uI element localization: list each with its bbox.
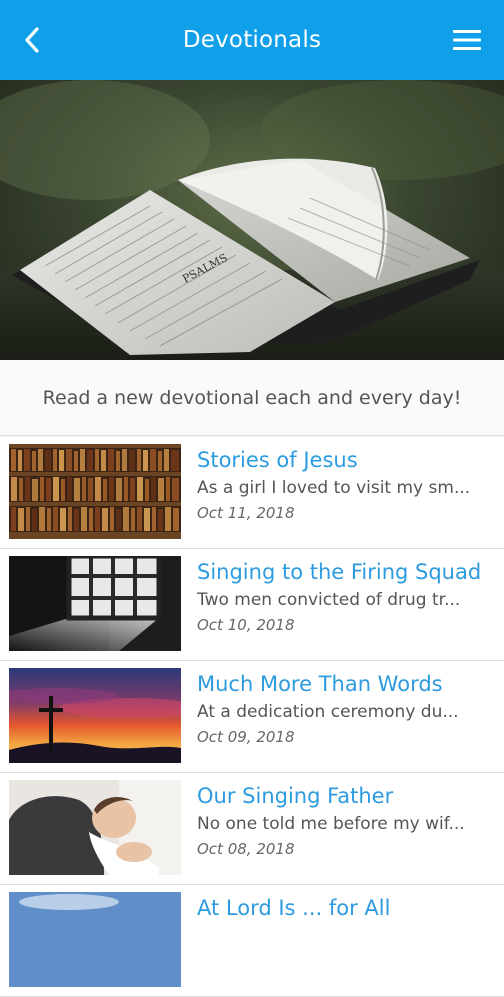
devotional-title: Stories of Jesus	[197, 448, 358, 472]
devotional-date: Oct 09, 2018	[197, 728, 295, 746]
list-item[interactable]: Our Singing Father No one told me before…	[0, 773, 504, 885]
devotional-title: Our Singing Father	[197, 784, 394, 808]
tagline-banner: Read a new devotional each and every day…	[0, 360, 504, 436]
hamburger-menu-icon	[453, 30, 481, 50]
devotional-title: At Lord Is ... for All	[197, 896, 391, 920]
devotional-excerpt: At a dedication ceremony du...	[197, 702, 459, 722]
devotional-date: Oct 08, 2018	[197, 840, 295, 858]
devotional-title: Singing to the Firing Squad	[197, 560, 482, 584]
menu-button[interactable]	[450, 22, 484, 58]
father-baby-thumbnail	[9, 780, 181, 875]
devotional-excerpt: As a girl I loved to visit my sm...	[197, 478, 471, 498]
list-item[interactable]: Stories of Jesus As a girl I loved to vi…	[0, 437, 504, 549]
list-item[interactable]: Much More Than Words At a dedication cer…	[0, 661, 504, 773]
prison-window-thumbnail	[9, 556, 181, 651]
chevron-left-icon	[25, 27, 39, 53]
sky-thumbnail	[9, 892, 181, 987]
tagline-text: Read a new devotional each and every day…	[42, 386, 462, 409]
devotional-list: Stories of Jesus As a girl I loved to vi…	[0, 437, 504, 997]
app-bar: Devotionals	[0, 0, 504, 80]
devotional-date: Oct 10, 2018	[197, 616, 295, 634]
devotional-excerpt: No one told me before my wif...	[197, 814, 465, 834]
list-item[interactable]: At Lord Is ... for All	[0, 885, 504, 997]
devotional-excerpt: Two men convicted of drug tr...	[197, 590, 461, 610]
page-title: Devotionals	[182, 27, 322, 53]
devotional-title: Much More Than Words	[197, 672, 443, 696]
list-item[interactable]: Singing to the Firing Squad Two men conv…	[0, 549, 504, 661]
cross-sunset-thumbnail	[9, 668, 181, 763]
devotional-date: Oct 11, 2018	[197, 504, 295, 522]
hero-image: PSALMS	[0, 80, 504, 360]
back-button[interactable]	[12, 20, 52, 60]
open-bible-illustration: PSALMS	[0, 80, 504, 360]
bookshelf-thumbnail	[9, 444, 181, 539]
